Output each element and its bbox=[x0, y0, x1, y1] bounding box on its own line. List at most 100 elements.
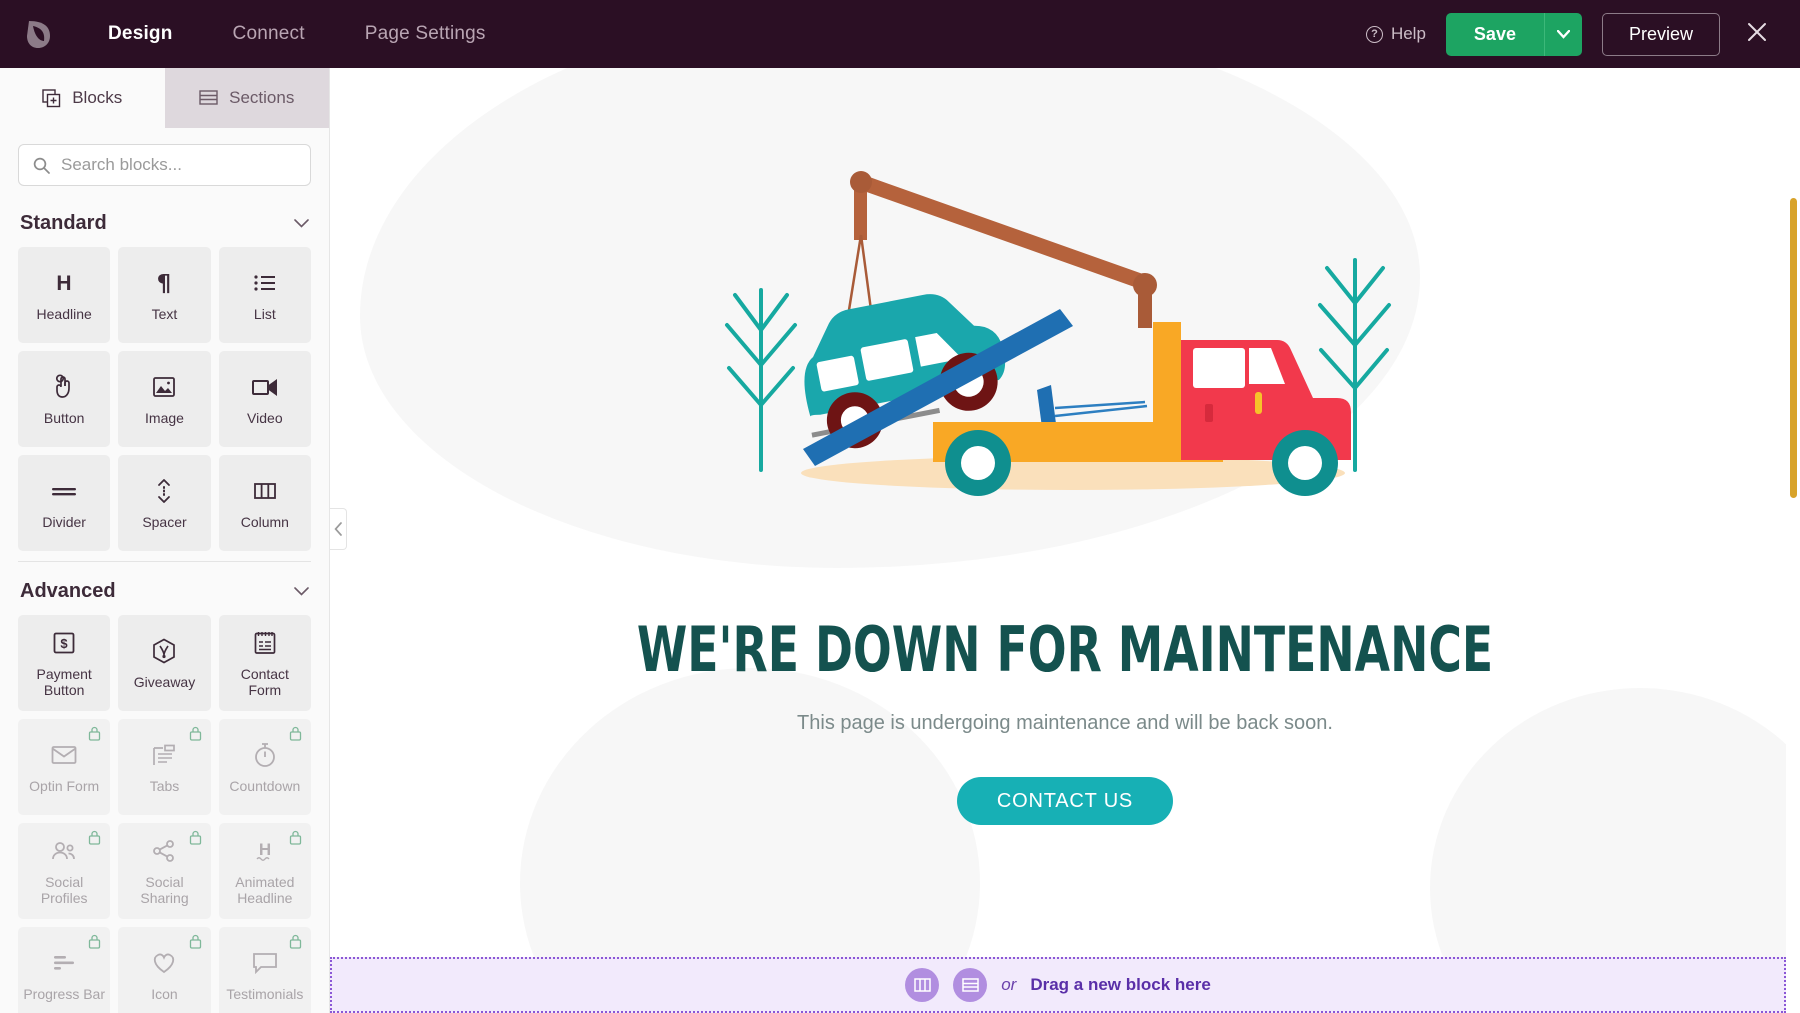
svg-text:H: H bbox=[57, 272, 72, 295]
block-label: List bbox=[254, 306, 276, 322]
block-label: Progress Bar bbox=[23, 986, 105, 1002]
block-label: Countdown bbox=[229, 778, 300, 794]
block-social-profiles[interactable]: Social Profiles bbox=[18, 823, 110, 919]
search-box[interactable] bbox=[18, 144, 311, 186]
block-social-sharing[interactable]: Social Sharing bbox=[118, 823, 210, 919]
add-column-button[interactable] bbox=[905, 968, 939, 1002]
block-countdown[interactable]: Countdown bbox=[219, 719, 311, 815]
block-label: Optin Form bbox=[29, 778, 99, 794]
save-button[interactable]: Save bbox=[1446, 13, 1544, 56]
workspace: Blocks Sections Standar bbox=[0, 68, 1800, 1013]
chevron-left-icon bbox=[334, 522, 343, 536]
block-label: Icon bbox=[151, 986, 177, 1002]
block-label: Column bbox=[241, 514, 289, 530]
leaf-logo-icon bbox=[22, 17, 56, 51]
block-divider[interactable]: Divider bbox=[18, 455, 110, 551]
row-circle-icon bbox=[962, 978, 979, 992]
block-payment-button[interactable]: $ Payment Button bbox=[18, 615, 110, 711]
page-headline[interactable]: WE'RE DOWN FOR MAINTENANCE bbox=[462, 613, 1667, 686]
block-label: Video bbox=[247, 410, 283, 426]
block-label: Tabs bbox=[150, 778, 180, 794]
block-button[interactable]: Button bbox=[18, 351, 110, 447]
nav-item-page-settings[interactable]: Page Settings bbox=[335, 0, 516, 68]
block-label: Divider bbox=[42, 514, 86, 530]
block-tabs[interactable]: Tabs bbox=[118, 719, 210, 815]
save-button-group: Save bbox=[1446, 13, 1582, 56]
nav-item-design[interactable]: Design bbox=[78, 0, 203, 68]
columns-circle-icon bbox=[914, 978, 931, 992]
svg-text:¶: ¶ bbox=[157, 271, 172, 295]
block-headline[interactable]: H Headline bbox=[18, 247, 110, 343]
tab-blocks-label: Blocks bbox=[72, 88, 122, 108]
blocks-list: Standard H Headline ¶ Text bbox=[0, 194, 329, 1013]
help-button[interactable]: ? Help bbox=[1366, 24, 1426, 44]
nav-item-connect[interactable]: Connect bbox=[203, 0, 335, 68]
speech-bubble-icon bbox=[252, 948, 278, 978]
block-image[interactable]: Image bbox=[118, 351, 210, 447]
dropzone-or-label: or bbox=[1001, 975, 1016, 995]
block-label: Button bbox=[44, 410, 84, 426]
canvas-scrollbar[interactable] bbox=[1786, 68, 1800, 1013]
block-label: Image bbox=[145, 410, 184, 426]
people-icon bbox=[51, 836, 77, 866]
gift-hexagon-icon bbox=[152, 636, 176, 666]
tab-blocks[interactable]: Blocks bbox=[0, 68, 165, 128]
block-label: Testimonials bbox=[226, 986, 303, 1002]
tabs-icon bbox=[152, 740, 176, 770]
drag-block-dropzone[interactable]: or Drag a new block here bbox=[330, 957, 1786, 1013]
block-optin-form[interactable]: Optin Form bbox=[18, 719, 110, 815]
block-label: Giveaway bbox=[134, 674, 195, 690]
block-video[interactable]: Video bbox=[219, 351, 311, 447]
block-column[interactable]: Column bbox=[219, 455, 311, 551]
top-bar: Design Connect Page Settings ? Help Save… bbox=[0, 0, 1800, 68]
lock-icon bbox=[88, 934, 101, 954]
close-button[interactable] bbox=[1740, 19, 1774, 49]
video-camera-icon bbox=[252, 372, 278, 402]
block-label: Animated Headline bbox=[223, 874, 307, 906]
block-label: Payment Button bbox=[22, 666, 106, 698]
scrollbar-thumb[interactable] bbox=[1790, 198, 1797, 498]
columns-icon bbox=[253, 476, 277, 506]
form-clipboard-icon bbox=[254, 628, 276, 658]
block-label: Text bbox=[152, 306, 178, 322]
advanced-block-grid: $ Payment Button Giveaway bbox=[18, 615, 311, 1013]
tab-sections[interactable]: Sections bbox=[165, 68, 330, 128]
block-label: Social Profiles bbox=[22, 874, 106, 906]
add-row-button[interactable] bbox=[953, 968, 987, 1002]
save-dropdown-button[interactable] bbox=[1544, 13, 1582, 56]
vertical-arrows-icon bbox=[155, 476, 173, 506]
sidebar-collapse-handle[interactable] bbox=[330, 508, 347, 550]
lock-icon bbox=[189, 726, 202, 746]
block-label: Headline bbox=[37, 306, 92, 322]
block-spacer[interactable]: Spacer bbox=[118, 455, 210, 551]
page-subtext[interactable]: This page is undergoing maintenance and … bbox=[330, 712, 1800, 735]
chevron-down-icon bbox=[294, 219, 309, 228]
contact-us-button[interactable]: CONTACT US bbox=[957, 777, 1173, 825]
block-list[interactable]: List bbox=[219, 247, 311, 343]
tow-truck-illustration[interactable] bbox=[715, 140, 1415, 500]
lock-icon bbox=[289, 726, 302, 746]
dollar-square-icon: $ bbox=[53, 628, 75, 658]
search-area bbox=[0, 128, 329, 194]
share-nodes-icon bbox=[152, 836, 176, 866]
group-title-standard: Standard bbox=[20, 212, 107, 235]
block-animated-headline[interactable]: H Animated Headline bbox=[219, 823, 311, 919]
envelope-icon bbox=[51, 740, 77, 770]
progress-bar-icon bbox=[51, 948, 77, 978]
lock-icon bbox=[88, 726, 101, 746]
page-canvas: WE'RE DOWN FOR MAINTENANCE This page is … bbox=[330, 68, 1800, 1013]
group-header-standard[interactable]: Standard bbox=[18, 194, 311, 247]
block-icon[interactable]: Icon bbox=[118, 927, 210, 1013]
block-contact-form[interactable]: Contact Form bbox=[219, 615, 311, 711]
block-progress-bar[interactable]: Progress Bar bbox=[18, 927, 110, 1013]
add-block-icon bbox=[42, 89, 61, 108]
preview-button[interactable]: Preview bbox=[1602, 13, 1720, 56]
app-logo[interactable] bbox=[0, 17, 78, 51]
blocks-sidebar: Blocks Sections Standar bbox=[0, 68, 330, 1013]
group-header-advanced[interactable]: Advanced bbox=[18, 562, 311, 615]
search-input[interactable] bbox=[61, 155, 296, 175]
block-giveaway[interactable]: Giveaway bbox=[118, 615, 210, 711]
block-testimonials[interactable]: Testimonials bbox=[219, 927, 311, 1013]
block-text[interactable]: ¶ Text bbox=[118, 247, 210, 343]
canvas-content: WE'RE DOWN FOR MAINTENANCE This page is … bbox=[330, 68, 1800, 1013]
